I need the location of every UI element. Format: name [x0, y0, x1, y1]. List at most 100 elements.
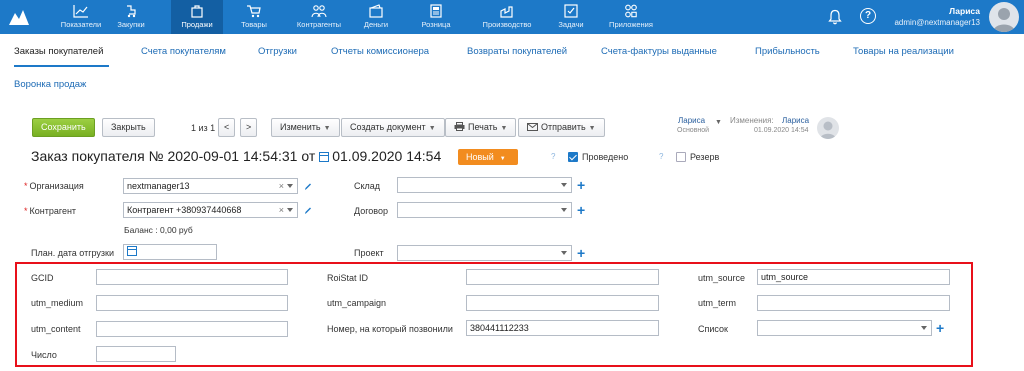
clear-icon[interactable]: × — [279, 179, 284, 193]
changes-user[interactable]: Лариса — [782, 116, 809, 125]
pencil-icon[interactable] — [304, 206, 312, 215]
nav-label: Производство — [482, 20, 532, 29]
subtab-customer-invoices[interactable]: Счета покупателям — [141, 46, 226, 57]
reserve-checkbox[interactable] — [676, 152, 686, 162]
caret-down-icon: ▼ — [499, 156, 506, 162]
help-icon[interactable]: ? — [551, 152, 555, 161]
owner-caret-icon[interactable]: ▼ — [715, 119, 722, 126]
ship-date-input[interactable] — [123, 244, 217, 260]
next-record-button[interactable]: > — [240, 118, 258, 137]
nav-label: Показатели — [60, 20, 102, 29]
organization-label: * Организация — [24, 181, 84, 191]
counterparty-select[interactable]: Контрагент +380937440668 × — [123, 202, 298, 218]
calendar-icon[interactable] — [127, 246, 137, 256]
warehouse-select[interactable] — [397, 177, 572, 193]
utm-medium-label: utm_medium — [31, 298, 84, 308]
ship-date-label: План. дата отгрузки — [31, 248, 114, 258]
utm-content-input[interactable] — [96, 321, 288, 337]
roistat-input[interactable] — [466, 269, 659, 285]
nav-label: Розница — [421, 20, 451, 29]
bag-icon — [191, 5, 203, 18]
utm-medium-input[interactable] — [96, 295, 288, 311]
nav-item-money[interactable]: Деньги — [350, 0, 402, 34]
save-button[interactable]: Сохранить — [32, 118, 95, 137]
calendar-icon[interactable] — [319, 152, 330, 162]
nav-item-tasks[interactable]: Задачи — [545, 0, 597, 34]
organization-select[interactable]: nextmanager13 × — [123, 178, 298, 194]
dropdown-arrow-icon[interactable] — [561, 183, 567, 187]
logo-icon[interactable] — [8, 7, 30, 27]
nav-item-products[interactable]: Товары — [228, 0, 280, 34]
posted-checkbox[interactable] — [568, 152, 578, 162]
dropdown-arrow-icon[interactable] — [561, 208, 567, 212]
gcid-input[interactable] — [96, 269, 288, 285]
subtab-sales-funnel[interactable]: Воронка продаж — [14, 79, 86, 90]
people-icon — [311, 5, 327, 18]
clear-icon[interactable]: × — [279, 203, 284, 217]
utm-source-label: utm_source — [698, 273, 746, 283]
nav-label: Задачи — [558, 20, 584, 29]
send-label: Отправить — [541, 122, 586, 132]
organization-value: nextmanager13 — [127, 181, 190, 191]
bell-icon[interactable] — [828, 9, 842, 25]
nav-item-sales[interactable]: Продажи — [171, 0, 223, 34]
subtab-customer-returns[interactable]: Возвраты покупателей — [467, 46, 567, 57]
counterparty-label: * Контрагент — [24, 206, 77, 216]
order-date[interactable]: 01.09.2020 14:54 — [332, 148, 441, 164]
project-label: Проект — [354, 248, 384, 258]
contract-label: Договор — [354, 206, 388, 216]
nav-item-purchases[interactable]: Закупки — [105, 0, 157, 34]
utm-source-input[interactable]: utm_source — [757, 269, 950, 285]
list-select[interactable] — [757, 320, 932, 336]
print-label: Печать — [468, 122, 498, 132]
nav-label: Приложения — [609, 20, 653, 29]
utm-campaign-input[interactable] — [466, 295, 659, 311]
nav-item-apps[interactable]: Приложения — [600, 0, 662, 34]
status-label: Новый — [466, 152, 494, 162]
print-button[interactable]: Печать ▼ — [445, 118, 517, 137]
avatar[interactable] — [989, 2, 1019, 32]
called-number-label: Номер, на который позвонили — [327, 324, 453, 334]
add-project-icon[interactable]: + — [577, 246, 585, 260]
nav-item-dashboard[interactable]: Показатели — [55, 0, 107, 34]
subtab-invoices-issued[interactable]: Счета-фактуры выданные — [601, 46, 717, 57]
status-dropdown[interactable]: Новый ▼ — [458, 149, 518, 165]
subtab-shipments[interactable]: Отгрузки — [258, 46, 297, 57]
top-navigation-bar: Показатели Закупки Продажи Товары Контра… — [0, 0, 1024, 34]
add-contract-icon[interactable]: + — [577, 203, 585, 217]
changes-date: 01.09.2020 14:54 — [754, 127, 809, 134]
prev-record-button[interactable]: < — [218, 118, 236, 137]
nav-item-production[interactable]: Производство — [474, 0, 540, 34]
nav-item-contractors[interactable]: Контрагенты — [288, 0, 350, 34]
close-button[interactable]: Закрыть — [102, 118, 155, 137]
edit-menu-button[interactable]: Изменить ▼ — [271, 118, 340, 137]
add-warehouse-icon[interactable]: + — [577, 178, 585, 192]
send-button[interactable]: Отправить ▼ — [518, 118, 605, 137]
subtab-profitability[interactable]: Прибыльность — [755, 46, 820, 57]
add-list-item-icon[interactable]: + — [936, 321, 944, 335]
subtab-customer-orders[interactable]: Заказы покупателей — [14, 46, 103, 57]
dropdown-arrow-icon[interactable] — [561, 251, 567, 255]
contract-select[interactable] — [397, 202, 572, 218]
reserve-label: Резерв — [690, 152, 720, 162]
create-document-button[interactable]: Создать документ ▼ — [341, 118, 445, 137]
utm-term-input[interactable] — [757, 295, 950, 311]
order-title-text: Заказ покупателя № 2020-09-01 14:54:31 о… — [31, 148, 316, 164]
dropdown-arrow-icon[interactable] — [287, 184, 293, 188]
user-name[interactable]: Лариса — [880, 6, 980, 16]
caret-down-icon: ▼ — [500, 125, 508, 132]
help-icon[interactable]: ? — [659, 152, 663, 161]
dropdown-arrow-icon[interactable] — [921, 326, 927, 330]
project-select[interactable] — [397, 245, 572, 261]
called-number-input[interactable]: 380441112233 — [466, 320, 659, 336]
number-input[interactable] — [96, 346, 176, 362]
subtab-consignment-goods[interactable]: Товары на реализации — [853, 46, 954, 57]
nav-item-retail[interactable]: Розница — [410, 0, 462, 34]
pencil-icon[interactable] — [304, 182, 312, 191]
subtab-commission-reports[interactable]: Отчеты комиссионера — [331, 46, 429, 57]
user-email[interactable]: admin@nextmanager13 — [860, 18, 980, 27]
owner-name[interactable]: Лариса — [678, 116, 705, 125]
tasks-icon — [564, 4, 578, 18]
dropdown-arrow-icon[interactable] — [287, 208, 293, 212]
page-title: Заказ покупателя № 2020-09-01 14:54:31 о… — [31, 148, 441, 164]
